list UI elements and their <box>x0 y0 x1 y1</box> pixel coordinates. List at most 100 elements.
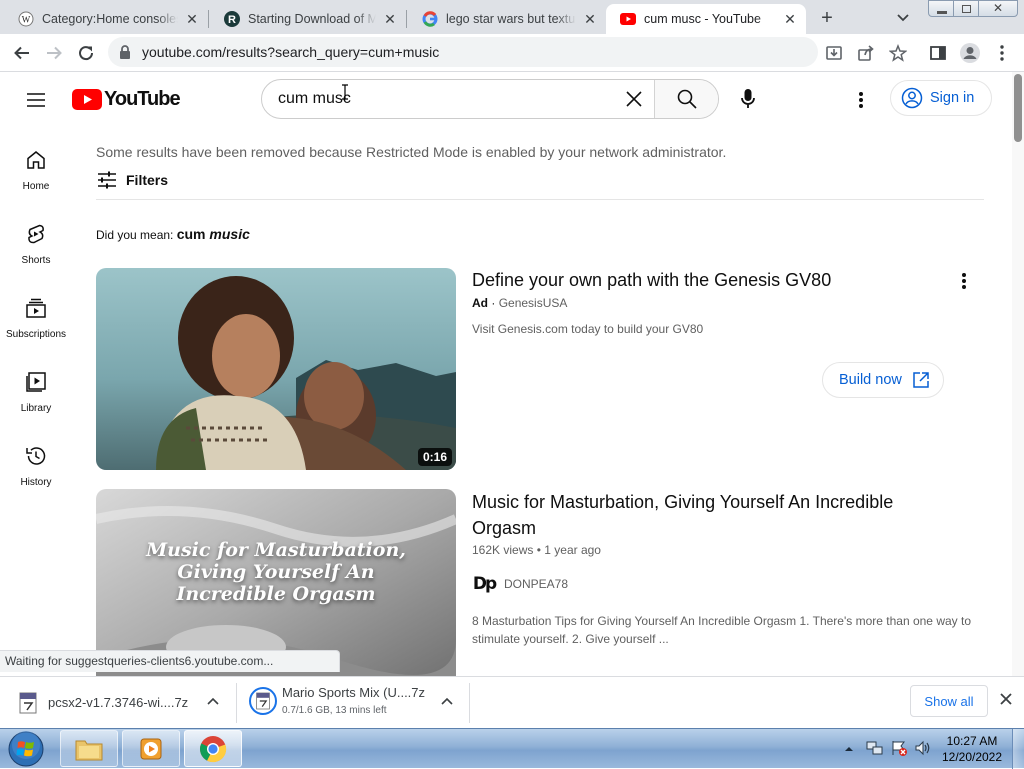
tab-lego-star-wars[interactable]: lego star wars but texture ✕ <box>408 4 606 34</box>
address-bar[interactable]: youtube.com/results?search_query=cum+mus… <box>108 37 818 67</box>
video-description-line: stimulate yourself. 2. Give yourself ... <box>472 632 669 646</box>
taskbar-explorer[interactable] <box>60 730 118 767</box>
search-input[interactable]: cum musc <box>262 80 614 118</box>
ad-menu-button[interactable] <box>950 268 978 294</box>
ad-video-thumbnail[interactable]: 0:16 <box>96 268 456 470</box>
youtube-logo-icon <box>72 89 102 110</box>
ad-channel[interactable]: GenesisUSA <box>499 296 568 310</box>
sidebar-item-home[interactable]: Home <box>0 148 72 192</box>
tray-network-icon[interactable] <box>866 739 884 757</box>
sidebar-item-shorts[interactable]: Shorts <box>0 222 72 266</box>
build-now-button[interactable]: Build now <box>822 362 944 398</box>
channel-link[interactable]: Dp DONPEA78 <box>472 572 568 596</box>
side-panel-button[interactable] <box>926 41 950 65</box>
sidebar-item-history[interactable]: History <box>0 444 72 488</box>
tab-separator <box>406 10 407 28</box>
library-icon <box>26 372 46 392</box>
tab-category-home-consoles[interactable]: W Category:Home consoles ✕ <box>4 4 208 34</box>
sidebar-item-library[interactable]: Library <box>0 370 72 414</box>
show-all-button[interactable]: Show all <box>910 685 988 717</box>
forward-button[interactable] <box>42 41 66 65</box>
chrome-icon <box>200 735 227 762</box>
scrollbar-thumb[interactable] <box>1014 74 1022 142</box>
profile-button[interactable] <box>958 41 982 65</box>
arrow-left-icon <box>14 46 29 60</box>
close-icon[interactable]: ✕ <box>582 11 598 27</box>
taskbar-clock[interactable]: 10:27 AM 12/20/2022 <box>940 733 1004 765</box>
home-icon <box>27 151 45 169</box>
download-progress-ring <box>249 687 277 715</box>
ad-description: Visit Genesis.com today to build your GV… <box>472 322 704 336</box>
show-hidden-icons-button[interactable] <box>844 741 856 753</box>
more-vert-icon <box>1000 45 1004 61</box>
video-title[interactable]: Music for Masturbation, Giving Yourself … <box>472 489 893 541</box>
install-app-button[interactable] <box>822 41 846 65</box>
close-shelf-button[interactable] <box>998 691 1016 709</box>
back-button[interactable] <box>10 41 34 65</box>
download-shelf: pcsx2-v1.7.3746-wi....7z Mario Sports Mi… <box>0 676 1024 728</box>
filter-icon <box>98 171 116 189</box>
share-button[interactable] <box>854 41 878 65</box>
tab-search-button[interactable] <box>896 10 914 24</box>
taskbar-media-player[interactable] <box>122 730 180 767</box>
archive-file-icon <box>19 692 37 713</box>
chevron-up-icon[interactable] <box>207 696 219 708</box>
video-title-line: Orgasm <box>472 518 537 538</box>
tab-starting-download[interactable]: R Starting Download of Ma ✕ <box>210 4 406 34</box>
search-button[interactable] <box>654 80 718 118</box>
divider <box>469 683 470 723</box>
tray-volume-icon[interactable] <box>914 739 932 757</box>
sign-in-button[interactable]: Sign in <box>890 80 992 116</box>
tab-title: lego star wars but texture <box>446 12 576 26</box>
wikipedia-icon: W <box>18 11 34 27</box>
youtube-icon <box>620 11 636 27</box>
did-you-mean-link[interactable]: cum music <box>177 226 250 242</box>
lock-icon[interactable] <box>108 45 142 59</box>
browser-toolbar: youtube.com/results?search_query=cum+mus… <box>0 34 1024 72</box>
sidebar-item-subscriptions[interactable]: Subscriptions <box>0 296 72 340</box>
r-site-icon: R <box>224 11 240 27</box>
did-you-mean: Did you mean: cum music <box>96 226 250 242</box>
tab-title: cum musc - YouTube <box>644 12 761 26</box>
tab-youtube-active[interactable]: cum musc - YouTube ✕ <box>606 4 806 34</box>
ad-badge: Ad <box>472 296 488 310</box>
tray-action-center-icon[interactable] <box>890 739 908 757</box>
windows-taskbar: 10:27 AM 12/20/2022 <box>0 728 1024 769</box>
close-icon[interactable]: ✕ <box>382 11 398 27</box>
voice-search-button[interactable] <box>728 79 768 119</box>
minimize-button[interactable] <box>928 0 954 17</box>
url-text[interactable]: youtube.com/results?search_query=cum+mus… <box>142 44 439 60</box>
clear-search-button[interactable] <box>614 80 654 118</box>
ad-title[interactable]: Define your own path with the Genesis GV… <box>472 267 831 293</box>
more-vert-icon <box>962 273 966 289</box>
reload-button[interactable] <box>74 41 98 65</box>
guide-menu-button[interactable] <box>24 88 48 112</box>
youtube-logo[interactable]: YouTube <box>72 88 181 111</box>
close-icon[interactable]: ✕ <box>184 11 200 27</box>
restricted-mode-notice: Some results have been removed because R… <box>96 144 727 160</box>
filters-button[interactable]: Filters <box>96 170 168 190</box>
tab-separator <box>208 10 209 28</box>
settings-menu-button[interactable] <box>850 88 872 112</box>
start-button[interactable] <box>4 730 48 768</box>
bookmark-button[interactable] <box>886 41 910 65</box>
new-tab-button[interactable]: + <box>816 8 838 30</box>
youtube-page: YouTube cum musc Sign in Home Shorts Sub… <box>0 72 1024 676</box>
download-item[interactable]: Mario Sports Mix (U....7z 0.7/1.6 GB, 13… <box>237 677 469 728</box>
restore-button[interactable] <box>953 0 979 17</box>
show-desktop-button[interactable] <box>1012 729 1024 769</box>
chrome-menu-button[interactable] <box>990 41 1014 65</box>
download-item[interactable]: pcsx2-v1.7.3746-wi....7z <box>0 677 236 728</box>
ad-meta: Ad · GenesisUSA <box>472 296 567 310</box>
arrow-right-icon <box>47 46 62 60</box>
window-close-button[interactable]: ✕ <box>978 0 1018 17</box>
close-icon[interactable]: ✕ <box>782 11 798 27</box>
chevron-up-icon[interactable] <box>441 696 453 708</box>
page-scrollbar[interactable] <box>1012 72 1024 676</box>
search-query-text: cum musc <box>278 90 351 107</box>
more-vert-icon <box>859 92 863 108</box>
taskbar-chrome[interactable] <box>184 730 242 767</box>
thumbnail-caption-line: Music for Masturbation, <box>146 539 406 561</box>
video-thumbnail[interactable]: Music for Masturbation, Giving Yourself … <box>96 489 456 676</box>
download-file-name: Mario Sports Mix (U....7z <box>282 685 426 700</box>
